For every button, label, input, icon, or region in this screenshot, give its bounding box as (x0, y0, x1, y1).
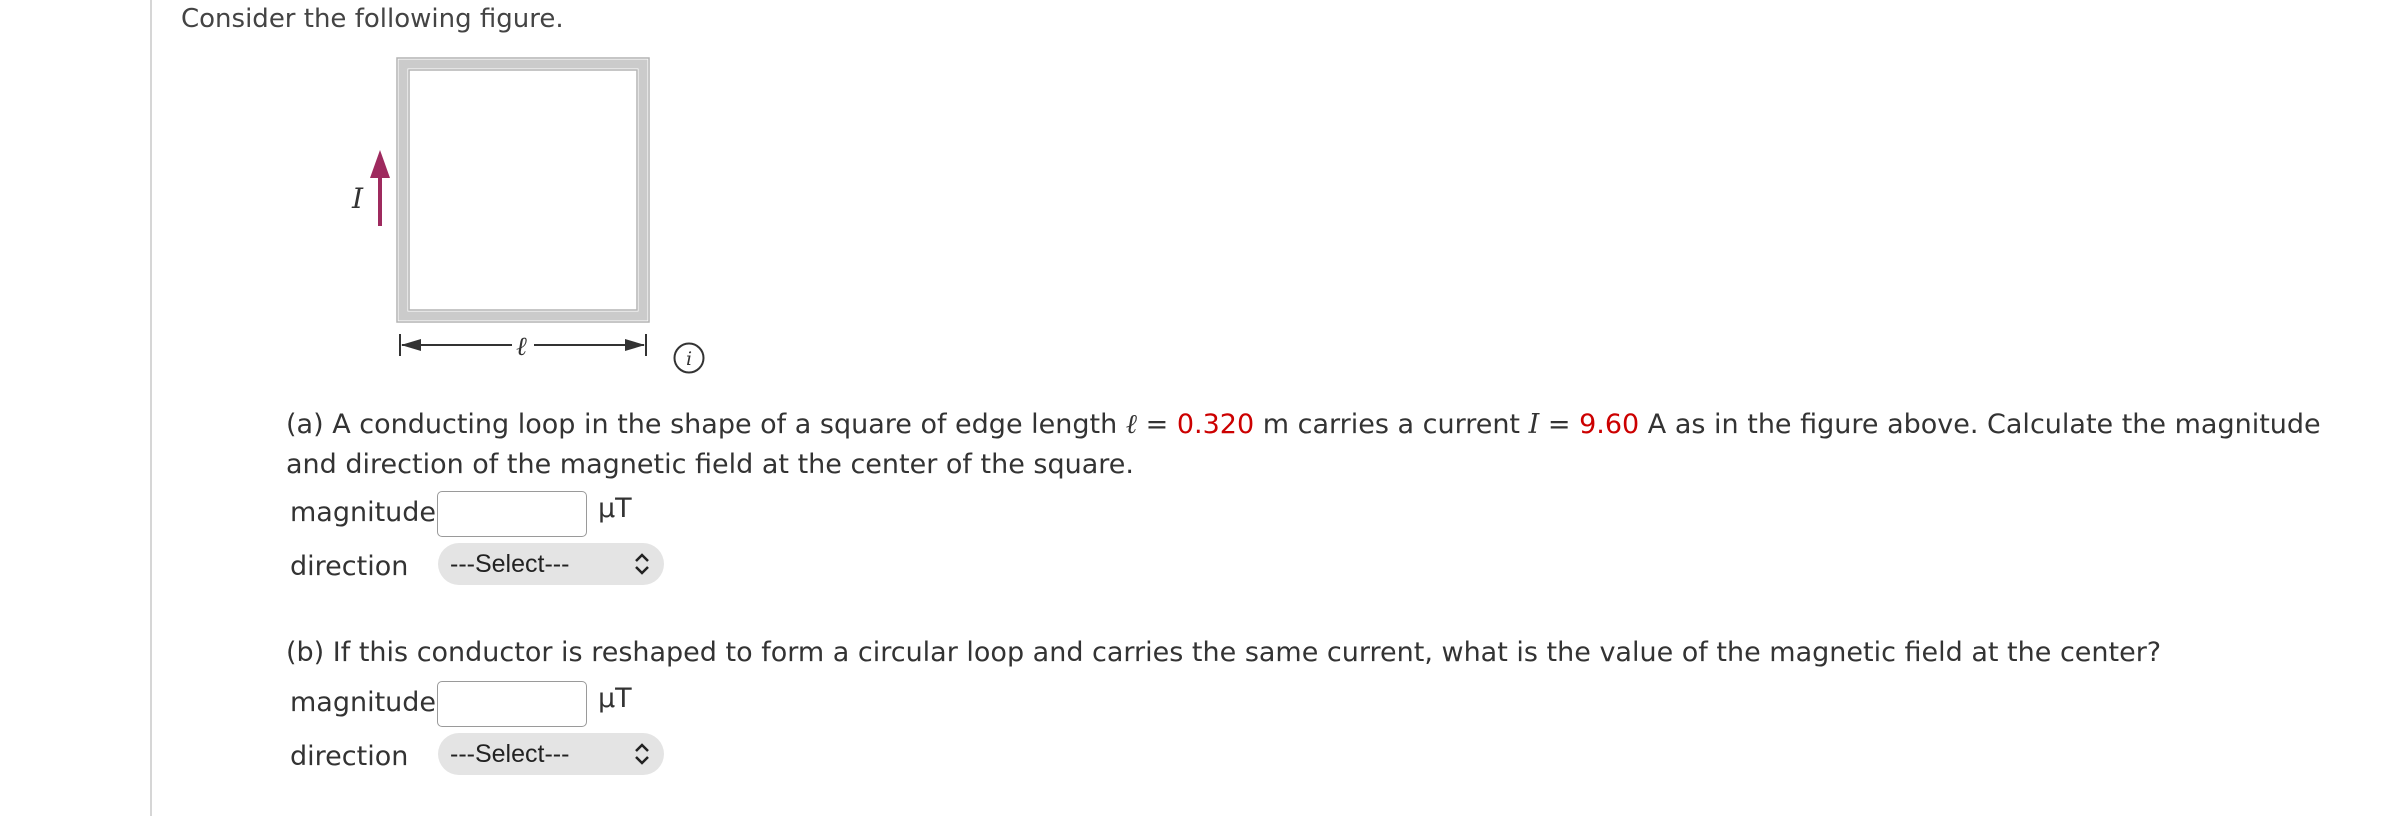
current-value: 9.60 (1579, 409, 1640, 440)
part-a-direction-select[interactable]: ---Select--- (438, 543, 664, 585)
edge-length-label: ℓ (516, 332, 527, 362)
part-a-magnitude-input[interactable] (437, 491, 587, 537)
intro-text: Consider the following figure. (181, 4, 564, 34)
current-symbol: I (1528, 409, 1540, 440)
left-border-rule (150, 0, 152, 816)
square-loop-figure: I ℓ (351, 57, 650, 362)
part-b-unit: μT (598, 683, 632, 714)
part-a-magnitude-label: magnitude (290, 497, 437, 528)
part-b-direction-select[interactable]: ---Select--- (438, 733, 664, 775)
part-b-magnitude-input[interactable] (437, 681, 587, 727)
part-b-question: (b) If this conductor is reshaped to for… (286, 637, 2162, 668)
part-b-direction-label: direction (290, 741, 409, 772)
ell-symbol: ℓ (1125, 409, 1138, 440)
part-a-question: (a) A conducting loop in the shape of a … (286, 409, 2321, 480)
info-icon[interactable]: i (672, 341, 706, 375)
part-b-magnitude-label: magnitude (290, 687, 437, 718)
part-a-direction-value: ---Select--- (450, 549, 570, 578)
length-value: 0.320 (1176, 409, 1255, 440)
part-b-direction-value: ---Select--- (450, 739, 570, 768)
part-a-unit: μT (598, 493, 632, 524)
svg-text:i: i (686, 348, 692, 370)
current-label: I (351, 182, 364, 215)
current-arrow-head (370, 150, 390, 178)
part-a-direction-label: direction (290, 551, 409, 582)
select-chevrons-icon (635, 743, 649, 765)
square-loop (398, 59, 648, 321)
select-chevrons-icon (635, 553, 649, 575)
